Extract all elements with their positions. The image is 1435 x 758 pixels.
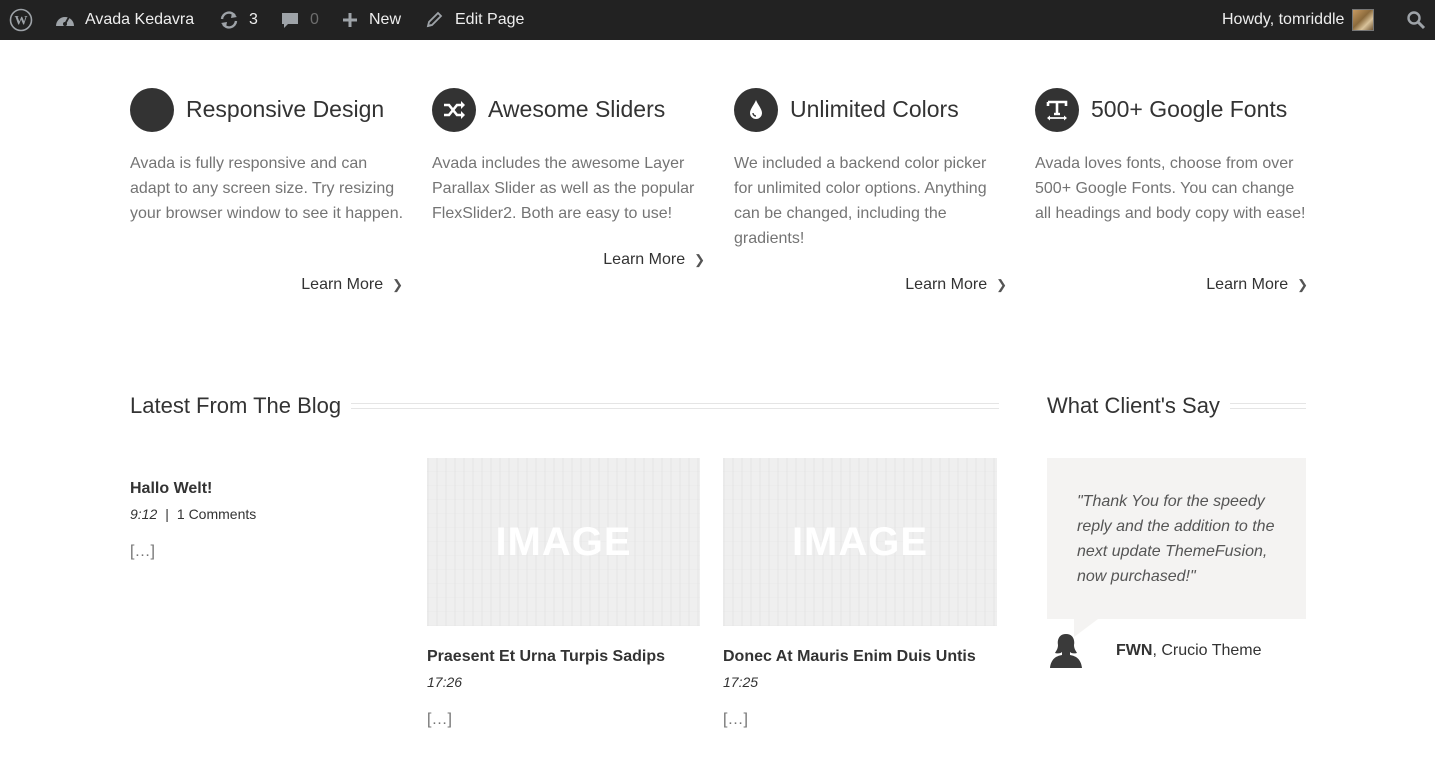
post-comments-link[interactable]: 1 Comments: [177, 506, 256, 522]
learn-more-label: Learn More: [301, 276, 384, 293]
comments-icon: [280, 10, 300, 30]
learn-more-link[interactable]: Learn More ❯: [1206, 276, 1308, 294]
testimonial-client: FWN, Crucio Theme: [1116, 642, 1262, 660]
post-thumbnail[interactable]: IMAGE: [723, 458, 997, 626]
my-account-link[interactable]: Howdy, tomriddle: [1222, 0, 1375, 40]
text-height-icon: [1035, 88, 1079, 132]
search-icon[interactable]: [1406, 0, 1426, 40]
post-meta: 17:25: [723, 674, 758, 690]
edit-page-label: Edit Page: [455, 11, 525, 28]
post-title-link[interactable]: Praesent Et Urna Turpis Sadips: [427, 648, 665, 666]
testimonial-quote: "Thank You for the speedy reply and the …: [1077, 493, 1275, 585]
post-excerpt: […]: [427, 711, 452, 728]
testimonial-quote-box: "Thank You for the speedy reply and the …: [1047, 458, 1306, 619]
feature-title: Unlimited Colors: [790, 96, 959, 122]
feature-text: Avada includes the awesome Layer Paralla…: [432, 155, 695, 222]
feature-title: Responsive Design: [186, 96, 385, 122]
shuffle-icon: [432, 88, 476, 132]
chevron-right-icon: ❯: [1297, 277, 1308, 292]
post-excerpt: […]: [723, 711, 748, 728]
post-excerpt: […]: [130, 543, 155, 560]
comments-count: 0: [310, 11, 319, 28]
admin-bar: W Avada Kedavra 3 0 New Edit Page Howdy,…: [0, 0, 1435, 40]
post-time: 9:12: [130, 506, 158, 522]
feature-text: We included a backend color picker for u…: [734, 155, 987, 247]
learn-more-label: Learn More: [603, 251, 686, 268]
learn-more-link[interactable]: Learn More ❯: [905, 276, 1007, 294]
post-meta: 17:26: [427, 674, 462, 690]
thumbnail-placeholder-label: IMAGE: [791, 519, 929, 564]
feature-text: Avada is fully responsive and can adapt …: [130, 155, 404, 222]
post-title-link[interactable]: Hallo Welt!: [130, 480, 212, 498]
chevron-right-icon: ❯: [392, 277, 403, 292]
drop-icon: [734, 88, 778, 132]
new-label: New: [369, 11, 402, 28]
post-time: 17:25: [723, 674, 759, 690]
feature-title: 500+ Google Fonts: [1091, 96, 1288, 122]
post-meta: 9:12 | 1 Comments: [130, 506, 256, 522]
chevron-right-icon: ❯: [694, 252, 705, 267]
person-avatar-icon: [1048, 632, 1084, 675]
thumbnail-placeholder-label: IMAGE: [495, 519, 632, 564]
post-thumbnail[interactable]: IMAGE: [427, 458, 700, 626]
pencil-icon: [425, 11, 443, 29]
learn-more-label: Learn More: [1206, 276, 1289, 293]
learn-more-link[interactable]: Learn More ❯: [301, 276, 403, 294]
comments-link[interactable]: 0: [280, 0, 319, 40]
user-avatar: [1352, 9, 1375, 31]
updates-icon: [218, 10, 240, 30]
post-time: 17:26: [427, 674, 463, 690]
updates-link[interactable]: 3: [218, 0, 258, 40]
testimonial-section-title: What Client's Say: [1047, 393, 1230, 419]
edit-page-link[interactable]: Edit Page: [425, 0, 524, 40]
site-name-link[interactable]: Avada Kedavra: [54, 0, 194, 40]
site-name-label: Avada Kedavra: [85, 11, 195, 28]
dashboard-icon: [54, 10, 76, 30]
meta-divider: |: [165, 506, 169, 522]
learn-more-link[interactable]: Learn More ❯: [603, 251, 705, 269]
chevron-right-icon: ❯: [996, 277, 1007, 292]
learn-more-label: Learn More: [905, 276, 988, 293]
updates-count: 3: [249, 11, 258, 28]
feature-text: Avada loves fonts, choose from over 500+…: [1035, 155, 1306, 222]
svg-text:W: W: [15, 13, 28, 28]
client-name: FWN: [1116, 642, 1153, 659]
plus-icon: [341, 11, 359, 29]
wordpress-logo-icon[interactable]: W: [9, 0, 33, 40]
feature-title: Awesome Sliders: [488, 96, 666, 122]
client-company: , Crucio Theme: [1152, 642, 1262, 659]
new-content-link[interactable]: New: [341, 0, 401, 40]
howdy-label: Howdy, tomriddle: [1222, 11, 1345, 28]
responsive-icon: [130, 88, 174, 132]
blog-section-title: Latest From The Blog: [130, 393, 352, 419]
post-title-link[interactable]: Donec At Mauris Enim Duis Untis: [723, 648, 976, 666]
